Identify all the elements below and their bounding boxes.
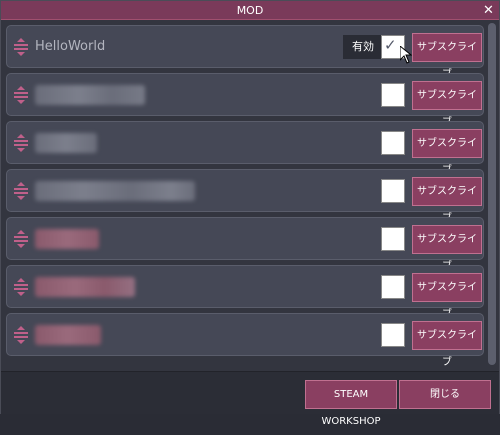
mod-row: サブスクライブ	[6, 265, 484, 320]
mod-row: サブスクライブ	[6, 313, 484, 368]
redacted-mod-name	[35, 181, 195, 201]
drag-handle-icon[interactable]	[13, 38, 29, 56]
drag-handle-icon[interactable]	[13, 230, 29, 248]
subscribe-button[interactable]: サブスクライブ	[412, 33, 482, 80]
mod-row: サブスクライブ	[6, 169, 484, 224]
drag-handle-icon[interactable]	[13, 134, 29, 152]
mod-list: HelloWorld 有効✓ サブスクライブサブスクライブサブスクライブサブスクライ…	[4, 22, 484, 372]
checkmark-icon: ✓	[384, 36, 397, 54]
subscribe-button[interactable]: サブスクライブ	[412, 177, 482, 224]
window-title: MOD	[236, 4, 264, 17]
mod-row: サブスクライブ	[6, 73, 484, 128]
title-bar: MOD ✕	[1, 1, 499, 20]
subscribe-button[interactable]: サブスクライブ	[412, 81, 482, 128]
redacted-mod-name	[35, 85, 145, 105]
mod-name: HelloWorld	[35, 39, 106, 54]
enable-checkbox[interactable]	[381, 227, 405, 251]
mod-row: サブスクライブ	[6, 217, 484, 272]
enable-checkbox[interactable]	[381, 131, 405, 155]
redacted-mod-name	[35, 133, 97, 153]
steam-workshop-button[interactable]: STEAM WORKSHOP	[305, 380, 397, 427]
footer: STEAM WORKSHOP 閉じる	[1, 371, 499, 427]
enable-checkbox[interactable]	[381, 179, 405, 203]
mouse-cursor-icon	[399, 44, 413, 64]
close-button[interactable]: 閉じる	[399, 380, 491, 409]
redacted-mod-name	[35, 277, 135, 297]
subscribe-button[interactable]: サブスクライブ	[412, 273, 482, 320]
mod-row: サブスクライブ	[6, 121, 484, 176]
drag-handle-icon[interactable]	[13, 278, 29, 296]
enabled-tooltip: 有効	[343, 35, 383, 59]
subscribe-button[interactable]: サブスクライブ	[412, 321, 482, 368]
subscribe-button[interactable]: サブスクライブ	[412, 129, 482, 176]
subscribe-button[interactable]: サブスクライブ	[412, 225, 482, 272]
enable-checkbox[interactable]	[381, 83, 405, 107]
mod-row: HelloWorld 有効✓ サブスクライブ	[6, 25, 484, 80]
close-icon[interactable]: ✕	[480, 2, 497, 19]
drag-handle-icon[interactable]	[13, 86, 29, 104]
redacted-mod-name	[35, 229, 99, 249]
enable-checkbox[interactable]	[381, 323, 405, 347]
drag-handle-icon[interactable]	[13, 326, 29, 344]
enable-checkbox[interactable]	[381, 275, 405, 299]
redacted-mod-name	[35, 325, 101, 345]
mod-window: MOD ✕ HelloWorld 有効✓ サブスクライブサブスクライブサブスクライブ…	[0, 0, 500, 427]
scrollbar[interactable]	[488, 23, 496, 365]
drag-handle-icon[interactable]	[13, 182, 29, 200]
